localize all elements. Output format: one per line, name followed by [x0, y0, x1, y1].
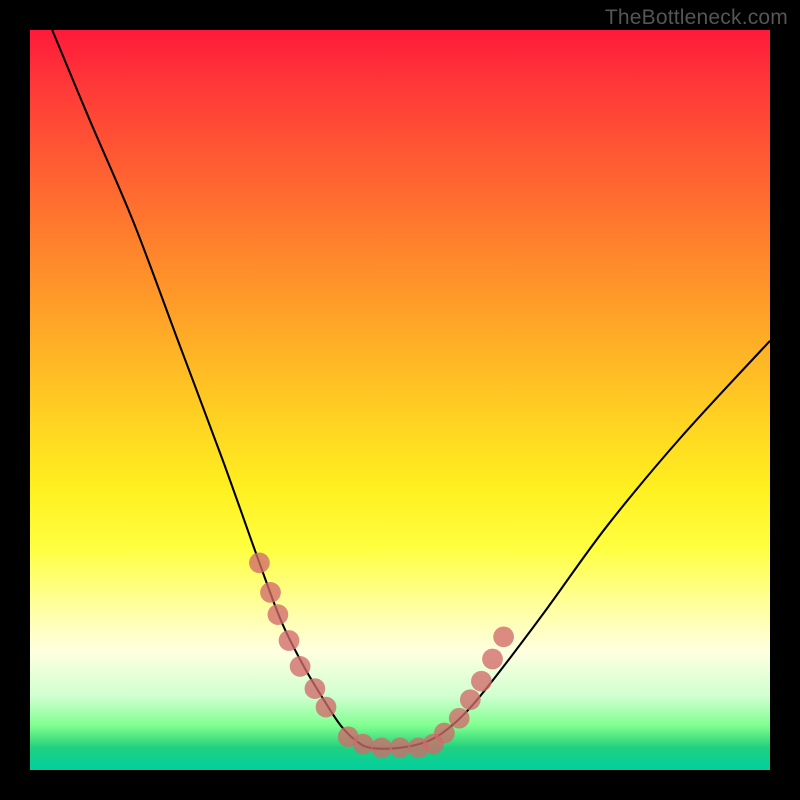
- highlight-dot: [471, 671, 492, 692]
- highlight-dot: [390, 737, 411, 758]
- highlight-dot: [305, 678, 326, 699]
- highlight-dots: [249, 552, 514, 758]
- highlight-dot: [449, 708, 470, 729]
- chart-canvas: TheBottleneck.com: [0, 0, 800, 800]
- highlight-dot: [249, 552, 270, 573]
- chart-svg: [30, 30, 770, 770]
- highlight-dot: [353, 734, 374, 755]
- highlight-dot: [268, 604, 289, 625]
- highlight-dot: [371, 737, 392, 758]
- highlight-dot: [279, 630, 300, 651]
- highlight-dot: [316, 697, 337, 718]
- highlight-dot: [260, 582, 281, 603]
- highlight-dot: [493, 626, 514, 647]
- highlight-dot: [460, 689, 481, 710]
- bottleneck-curve: [52, 30, 770, 749]
- highlight-dot: [290, 656, 311, 677]
- highlight-dot: [482, 649, 503, 670]
- plot-area: [30, 30, 770, 770]
- highlight-dot: [434, 723, 455, 744]
- watermark-text: TheBottleneck.com: [605, 6, 788, 30]
